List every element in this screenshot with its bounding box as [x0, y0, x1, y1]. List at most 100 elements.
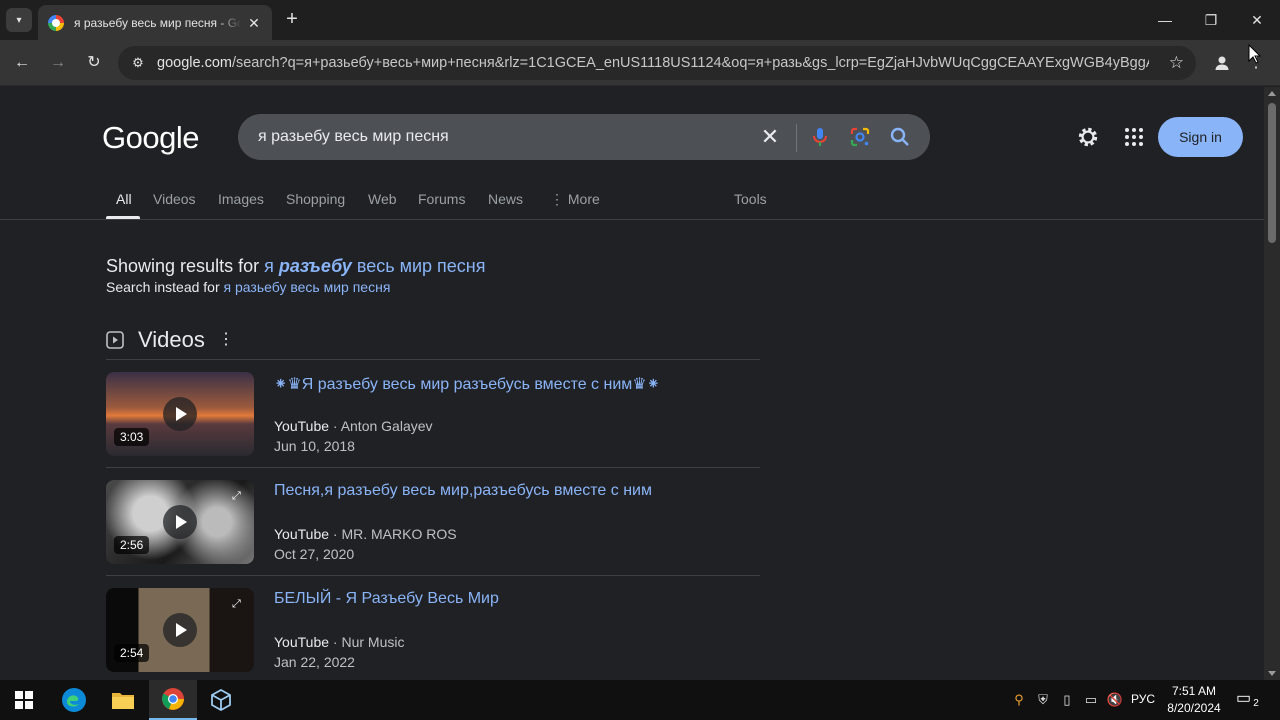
video-duration: 3:03	[114, 428, 150, 446]
window-restore-button[interactable]: ❐	[1188, 6, 1234, 34]
notification-count: 2	[1249, 697, 1263, 711]
search-instead-label: Search instead for	[106, 279, 220, 295]
tab-shopping[interactable]: Shopping	[286, 187, 345, 221]
corrected-word-2: разъебу	[278, 256, 352, 276]
video-channel: Anton Galayev	[340, 418, 433, 434]
google-lens-icon[interactable]	[848, 125, 872, 149]
profile-button[interactable]	[1208, 49, 1236, 77]
video-source: YouTube · Nur Music	[274, 634, 405, 650]
search-input[interactable]: я разьебу весь мир песня	[258, 128, 758, 146]
browser-tab-strip: ▾ я разьебу весь мир песня - Google Sear…	[0, 0, 1280, 40]
tab-close-button[interactable]: ✕	[246, 15, 262, 31]
corrected-word-3: весь мир песня	[356, 256, 486, 276]
window-close-button[interactable]: ✕	[1234, 6, 1280, 34]
video-site: YouTube	[274, 418, 330, 434]
page-scrollbar[interactable]	[1264, 87, 1280, 680]
search-box[interactable]: я разьебу весь мир песня ✕	[238, 114, 930, 160]
forward-button[interactable]: →	[44, 49, 72, 77]
gear-icon[interactable]	[1075, 124, 1101, 150]
video-source: YouTube · Anton Galayev	[274, 418, 433, 434]
tab-images[interactable]: Images	[218, 187, 264, 221]
network-icon[interactable]: ▭	[1081, 690, 1101, 710]
tab-news[interactable]: News	[488, 187, 523, 221]
taskbar-chrome[interactable]	[149, 680, 197, 720]
address-bar[interactable]: ⚙ google.com/search?q=я+разьебу+весь+мир…	[118, 46, 1196, 80]
site-info-icon[interactable]: ⚙	[126, 55, 150, 71]
more-dots-icon: ⋮	[550, 191, 568, 207]
sign-in-button[interactable]: Sign in	[1158, 117, 1243, 157]
windows-logo-icon	[15, 691, 33, 709]
tab-more-label: More	[567, 191, 600, 207]
language-indicator[interactable]: РУС	[1131, 692, 1155, 706]
scroll-down-arrow-icon[interactable]	[1268, 671, 1276, 676]
expand-icon: ⤢	[232, 490, 241, 502]
video-thumbnail[interactable]: ⤢ 2:56	[106, 480, 254, 564]
url-path: /search?q=я+разьебу+весь+мир+песня&rlz=1…	[231, 55, 1149, 71]
play-icon	[163, 505, 197, 539]
videos-more-icon[interactable]: ⋮	[218, 329, 234, 349]
bookmark-star-icon[interactable]: ☆	[1169, 53, 1184, 73]
original-query-link[interactable]: я разьебу весь мир песня	[224, 279, 391, 295]
chrome-icon	[162, 688, 184, 710]
clear-search-icon[interactable]: ✕	[758, 125, 782, 149]
browser-tab[interactable]: я разьебу весь мир песня - Google Search…	[38, 5, 272, 40]
browser-toolbar: ← → ↻ ⚙ google.com/search?q=я+разьебу+ве…	[0, 40, 1280, 86]
spelling-correction: Showing results for я разъебу весь мир п…	[106, 256, 485, 277]
search-icon[interactable]	[888, 125, 912, 149]
video-result[interactable]: ⤢ 2:56 Песня,я разъебу весь мир,разъебус…	[106, 467, 760, 575]
new-tab-button[interactable]: +	[280, 8, 304, 32]
start-button[interactable]	[0, 680, 48, 720]
tab-forums[interactable]: Forums	[418, 187, 465, 221]
taskbar-edge[interactable]	[50, 680, 98, 720]
window-minimize-button[interactable]: —	[1142, 6, 1188, 34]
google-apps-icon[interactable]	[1122, 125, 1146, 149]
tools-button[interactable]: Tools	[734, 187, 767, 221]
video-result[interactable]: ⤢ 2:54 БЕЛЫЙ - Я Разъебу Весь Мир YouTub…	[106, 575, 760, 680]
tab-web[interactable]: Web	[368, 187, 397, 221]
video-title-link[interactable]: Песня,я разъебу весь мир,разъебусь вмест…	[274, 482, 652, 500]
video-source: YouTube · MR. MARKO ROS	[274, 526, 457, 542]
tab-title: я разьебу весь мир песня - Google Search	[74, 15, 242, 30]
video-thumbnail[interactable]: 3:03	[106, 372, 254, 456]
video-play-icon	[106, 331, 124, 349]
clock-time[interactable]: 7:51 AM	[1164, 684, 1224, 698]
scrollbar-thumb[interactable]	[1268, 103, 1276, 243]
search-tabs: All Videos Images Shopping Web Forums Ne…	[106, 187, 1264, 221]
search-tray-icon[interactable]: ⚲	[1009, 690, 1029, 710]
video-duration: 2:54	[114, 644, 150, 662]
tab-search-button[interactable]: ▾	[6, 8, 32, 32]
tab-more[interactable]: ⋮ More	[550, 187, 600, 221]
video-result[interactable]: 3:03 ⁕♛Я разъебу весь мир разъебусь вмес…	[106, 359, 760, 467]
video-title-link[interactable]: ⁕♛Я разъебу весь мир разъебусь вместе с …	[274, 374, 660, 394]
video-site: YouTube	[274, 634, 330, 650]
video-date: Jan 22, 2022	[274, 654, 355, 670]
google-results-page: Google я разьебу весь мир песня ✕ Sign i…	[0, 87, 1264, 680]
google-logo[interactable]: Google	[102, 120, 199, 156]
video-date: Oct 27, 2020	[274, 546, 355, 562]
corrected-query-link[interactable]: я разъебу весь мир песня	[264, 256, 485, 276]
microphone-icon[interactable]	[808, 125, 832, 149]
shield-icon[interactable]: ⛨	[1033, 690, 1053, 710]
url-text[interactable]: google.com/search?q=я+разьебу+весь+мир+п…	[157, 55, 1149, 71]
clock-date[interactable]: 8/20/2024	[1164, 701, 1224, 715]
virtualbox-cube-icon	[211, 689, 231, 711]
video-date: Jun 10, 2018	[274, 438, 355, 454]
windows-taskbar: ⚲ ⛨ ▯ ▭ 🔇 РУС 7:51 AM 8/20/2024 ▭ 2	[0, 680, 1280, 720]
back-button[interactable]: ←	[8, 49, 36, 77]
search-instead: Search instead for я разьебу весь мир пе…	[106, 279, 390, 295]
video-channel: MR. MARKO ROS	[341, 526, 457, 542]
reload-button[interactable]: ↻	[80, 49, 108, 77]
tab-videos[interactable]: Videos	[153, 187, 196, 221]
google-favicon-icon	[48, 14, 64, 31]
tabs-divider	[0, 219, 1264, 220]
videos-heading: Videos	[138, 327, 205, 352]
usb-icon[interactable]: ▯	[1057, 690, 1077, 710]
taskbar-virtualbox[interactable]	[197, 680, 245, 720]
taskbar-file-explorer[interactable]	[99, 680, 147, 720]
video-title-link[interactable]: БЕЛЫЙ - Я Разъебу Весь Мир	[274, 590, 499, 608]
video-channel: Nur Music	[341, 634, 405, 650]
volume-muted-icon[interactable]: 🔇	[1105, 690, 1125, 710]
scroll-up-arrow-icon[interactable]	[1268, 91, 1276, 96]
play-icon	[163, 397, 197, 431]
video-thumbnail[interactable]: ⤢ 2:54	[106, 588, 254, 672]
